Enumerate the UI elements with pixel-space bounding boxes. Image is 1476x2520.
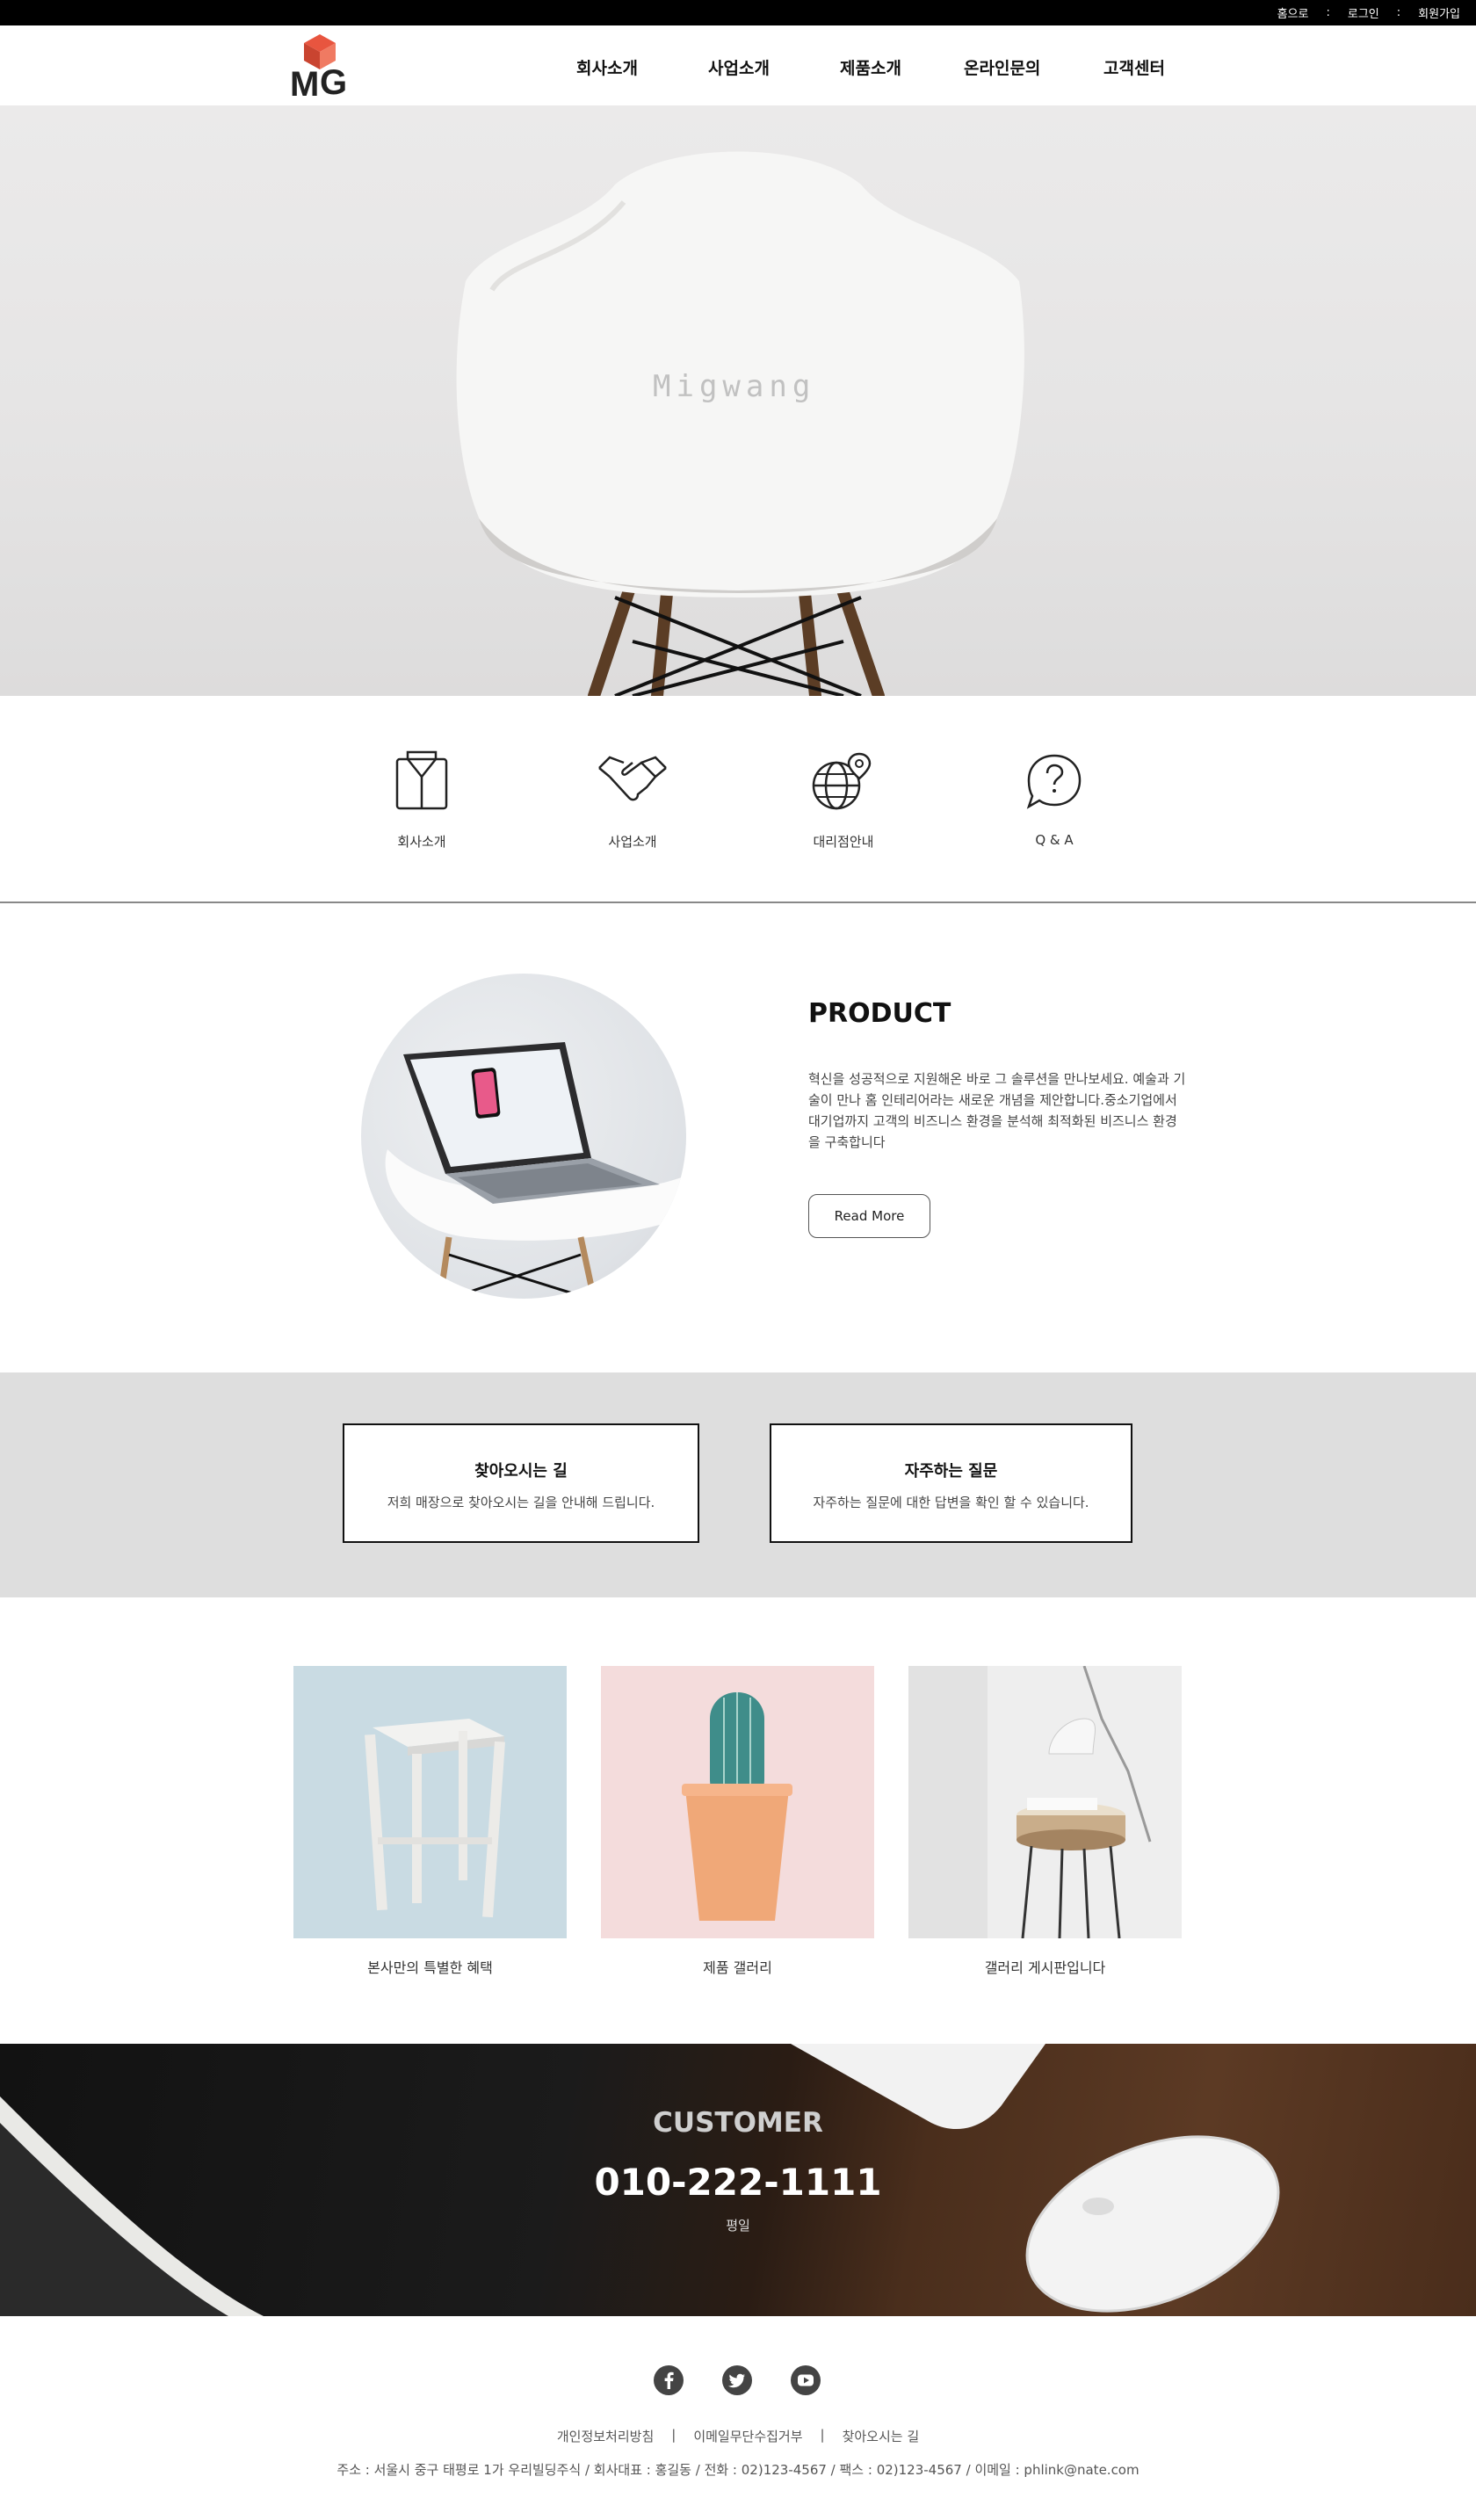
lamp-table-image: [908, 1666, 1152, 1938]
quick-link-company[interactable]: 회사소개: [351, 696, 492, 903]
quick-link-agency[interactable]: 대리점안내: [773, 696, 914, 903]
product-description: 혁신을 성공적으로 지원해온 바로 그 솔루션을 만나보세요. 예술과 기술이 …: [808, 1071, 1186, 1150]
gallery-card-benefits[interactable]: 본사만의 특별한 혜택: [293, 1666, 567, 1976]
site-logo[interactable]: M G: [286, 31, 355, 104]
quick-link-label: 회사소개: [397, 834, 446, 850]
gallery-card-products[interactable]: 제품 갤러리: [601, 1666, 874, 1976]
question-bubble-icon: [1026, 754, 1082, 809]
signup-link[interactable]: 회원가입: [1411, 4, 1467, 21]
top-utility-bar: 홈으로 : 로그인 : 회원가입: [0, 0, 1476, 25]
customer-hours: 평일: [726, 2218, 750, 2234]
globe-pin-icon: [812, 752, 872, 810]
hero-watermark: Migwang: [653, 369, 816, 404]
site-footer: 개인정보처리방침 | 이메일무단수집거부 | 찾아오시는 길 주소 : 서울시 …: [0, 2316, 1476, 2520]
info-box-title: 자주하는 질문: [904, 1462, 998, 1481]
youtube-icon[interactable]: [791, 2365, 821, 2395]
gallery-caption: 본사만의 특별한 혜택: [367, 1959, 493, 1976]
product-image: [361, 974, 686, 1299]
gallery-caption: 갤러리 게시판입니다: [984, 1959, 1106, 1976]
info-box-title: 찾아오시는 길: [474, 1462, 568, 1481]
quick-link-label: Q & A: [1035, 832, 1074, 848]
home-link[interactable]: 홈으로: [1270, 4, 1316, 21]
gallery-section: 본사만의 특별한 혜택 제품 갤러리 갤러리 게시판입니다: [0, 1597, 1476, 2044]
directions-link[interactable]: 찾아오시는 길: [843, 2427, 920, 2445]
gallery-card-board[interactable]: 갤러리 게시판입니다: [908, 1666, 1182, 1976]
quick-link-qna[interactable]: Q & A: [984, 696, 1125, 903]
twitter-icon[interactable]: [722, 2365, 752, 2395]
gallery-caption: 제품 갤러리: [703, 1959, 772, 1976]
company-address: 주소 : 서울시 중구 태평로 1가 우리빌딩주식 / 회사대표 : 홍길동 /…: [336, 2462, 1140, 2478]
nav-products[interactable]: 제품소개: [840, 55, 901, 79]
directions-box[interactable]: 찾아오시는 길 저희 매장으로 찾아오시는 길을 안내해 드립니다.: [343, 1423, 699, 1543]
faq-box[interactable]: 자주하는 질문 자주하는 질문에 대한 답변을 확인 할 수 있습니다.: [770, 1423, 1132, 1543]
product-section: PRODUCT 혁신을 성공적으로 지원해온 바로 그 솔루션을 만나보세요. …: [0, 903, 1476, 1372]
svg-text:G: G: [320, 63, 347, 101]
quick-link-label: 사업소개: [608, 834, 657, 850]
privacy-policy-link[interactable]: 개인정보처리방침: [557, 2427, 654, 2445]
svg-text:M: M: [290, 65, 319, 101]
cactus-image: [682, 1692, 792, 1921]
email-refusal-link[interactable]: 이메일무단수집거부: [693, 2427, 802, 2445]
info-band: 찾아오시는 길 저희 매장으로 찾아오시는 길을 안내해 드립니다. 자주하는 …: [0, 1372, 1476, 1597]
product-title: PRODUCT: [808, 998, 951, 1029]
separator: |: [820, 2427, 825, 2443]
nav-inquiry[interactable]: 온라인문의: [964, 55, 1040, 79]
read-more-button[interactable]: Read More: [808, 1194, 930, 1238]
login-link[interactable]: 로그인: [1341, 4, 1386, 21]
handshake-icon: [598, 756, 667, 801]
customer-band: CUSTOMER 010-222-1111 평일: [0, 2044, 1476, 2316]
laptop-chair-image: [385, 1042, 686, 1299]
logo-mark-icon: M G: [290, 34, 347, 104]
gallery-image: [293, 1666, 567, 1938]
site-header: M G 회사소개 사업소개 제품소개 온라인문의 고객센터: [0, 25, 1476, 105]
stool-image: [365, 1719, 505, 1918]
hero-banner: Migwang: [0, 105, 1476, 696]
quick-links: 회사소개 사업소개 대리점안내 Q & A: [0, 696, 1476, 903]
info-box-desc: 자주하는 질문에 대한 답변을 확인 할 수 있습니다.: [813, 1495, 1089, 1510]
facebook-icon[interactable]: [654, 2365, 684, 2395]
footer-links: 개인정보처리방침 | 이메일무단수집거부 | 찾아오시는 길: [0, 2427, 1476, 2445]
nav-support[interactable]: 고객센터: [1103, 55, 1165, 79]
quick-link-business[interactable]: 사업소개: [562, 696, 703, 903]
separator: :: [1396, 6, 1401, 19]
separator: |: [671, 2427, 676, 2443]
customer-phone[interactable]: 010-222-1111: [0, 2161, 1476, 2204]
nav-company[interactable]: 회사소개: [576, 55, 638, 79]
utility-links: 홈으로 : 로그인 : 회원가입: [1270, 0, 1467, 25]
nav-business[interactable]: 사업소개: [708, 55, 770, 79]
shirt-box-icon: [395, 750, 448, 810]
customer-title: CUSTOMER: [653, 2107, 823, 2139]
gallery-image: [908, 1666, 1182, 1938]
separator: :: [1326, 6, 1330, 19]
quick-link-label: 대리점안내: [813, 834, 874, 850]
gallery-image: [601, 1666, 874, 1938]
info-box-desc: 저희 매장으로 찾아오시는 길을 안내해 드립니다.: [387, 1495, 655, 1510]
